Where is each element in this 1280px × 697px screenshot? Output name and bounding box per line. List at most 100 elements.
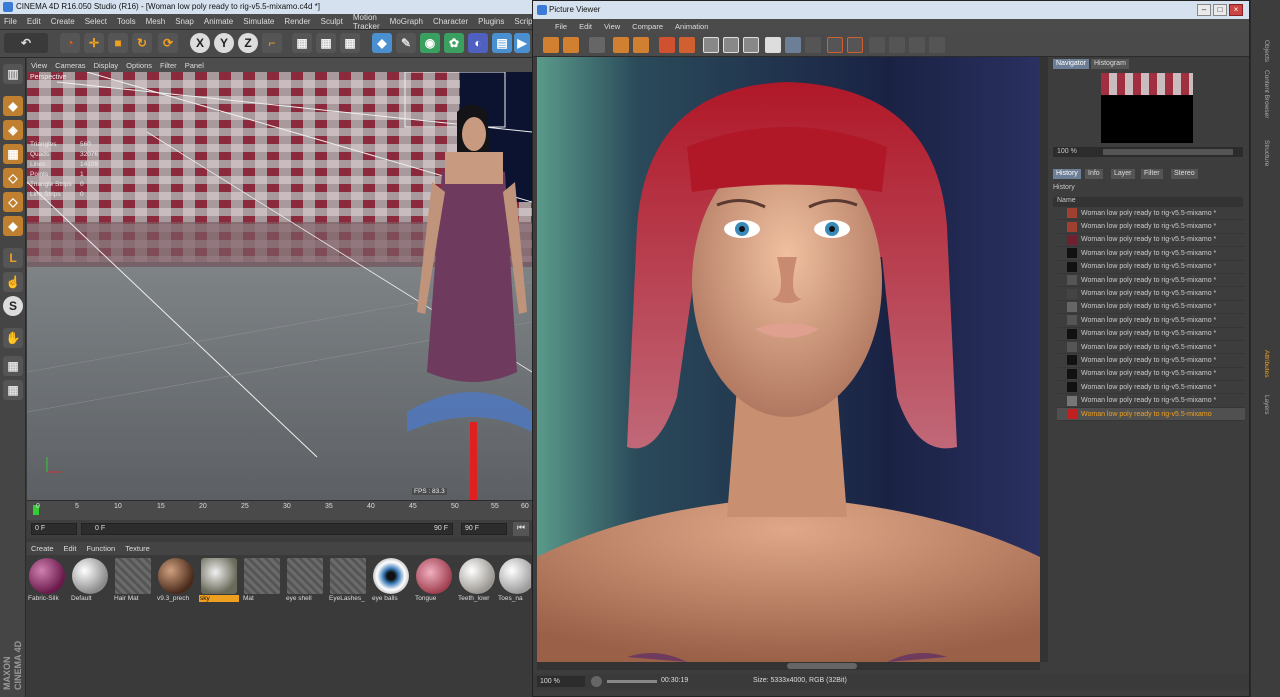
menu-character[interactable]: Character xyxy=(433,17,468,26)
display-alpha-icon[interactable] xyxy=(679,37,695,53)
material-swatch[interactable]: Toes_na xyxy=(497,558,531,610)
y-axis-lock-button[interactable]: Y xyxy=(214,33,234,53)
workplane-mode-icon[interactable]: ▦ xyxy=(3,144,23,164)
z-axis-lock-button[interactable]: Z xyxy=(238,33,258,53)
menu-select[interactable]: Select xyxy=(85,17,107,26)
material-swatch[interactable]: eye shell xyxy=(285,558,325,610)
history-item[interactable]: Woman low poly ready to rig-v5.5-mixamo … xyxy=(1057,261,1245,274)
menu-tools[interactable]: Tools xyxy=(117,17,136,26)
set-a-icon[interactable] xyxy=(827,37,843,53)
menu-edit[interactable]: Edit xyxy=(27,17,41,26)
tab-layers[interactable]: Layers xyxy=(1263,395,1270,415)
tweak-mode-icon[interactable]: ☝ xyxy=(3,272,23,292)
array-icon[interactable]: ✿ xyxy=(444,33,464,53)
points-mode-icon[interactable]: ◇ xyxy=(3,168,23,188)
viewport-menu-panel[interactable]: Panel xyxy=(185,61,204,70)
menu-motion-tracker[interactable]: Motion Tracker xyxy=(353,13,380,31)
camera-icon[interactable]: ▶ xyxy=(514,33,530,53)
history-item[interactable]: Woman low poly ready to rig-v5.5-mixamo … xyxy=(1057,247,1245,261)
display-channel-icon[interactable] xyxy=(659,37,675,53)
stereo-icon[interactable] xyxy=(765,37,781,53)
timeline-ruler[interactable]: 0 5 10 15 20 25 30 35 40 45 50 55 60 xyxy=(27,500,532,520)
material-swatch[interactable]: Fabric-Silk xyxy=(27,558,67,610)
tab-layer[interactable]: Layer xyxy=(1111,169,1135,179)
material-swatch[interactable]: Teeth_lowr xyxy=(457,558,497,610)
rendered-image[interactable] xyxy=(537,57,1040,662)
compare-b-icon[interactable] xyxy=(723,37,739,53)
horizontal-scrollbar[interactable] xyxy=(537,662,1040,670)
coordinate-system-icon[interactable]: ⌐ xyxy=(262,33,282,53)
live-selection-icon[interactable]: ◔ xyxy=(60,33,80,53)
pv-menu-view[interactable]: View xyxy=(604,22,620,31)
compare-split-icon[interactable] xyxy=(743,37,759,53)
snap-icon[interactable]: S xyxy=(3,296,23,316)
material-swatch[interactable]: EyeLashes_ xyxy=(328,558,368,610)
go-to-start-icon[interactable]: ⏮ xyxy=(513,522,529,536)
history-item[interactable]: Woman low poly ready to rig-v5.5-mixamo … xyxy=(1057,274,1245,288)
end-frame-field[interactable]: 90 F xyxy=(461,523,507,535)
viewport-menu-view[interactable]: View xyxy=(31,61,47,70)
fit-view-icon[interactable] xyxy=(785,37,801,53)
tab-stereo[interactable]: Stereo xyxy=(1171,169,1198,179)
open-icon[interactable] xyxy=(543,37,559,53)
menu-simulate[interactable]: Simulate xyxy=(243,17,274,26)
pv-menu-compare[interactable]: Compare xyxy=(632,22,663,31)
x-axis-lock-button[interactable]: X xyxy=(190,33,210,53)
menu-animate[interactable]: Animate xyxy=(204,17,233,26)
move-icon[interactable]: ✛ xyxy=(84,33,104,53)
render-icon[interactable] xyxy=(589,37,605,53)
history-item[interactable]: Woman low poly ready to rig-v5.5-mixamo … xyxy=(1057,207,1245,221)
spline-pen-icon[interactable]: ✎ xyxy=(396,33,416,53)
swap-icon[interactable] xyxy=(869,37,885,53)
set-b-icon[interactable] xyxy=(847,37,863,53)
horizontal-scroll-thumb[interactable] xyxy=(787,663,857,669)
model-mode-icon[interactable]: ◆ xyxy=(3,96,23,116)
sculpt-icon[interactable]: ✋ xyxy=(3,328,23,348)
material-swatch[interactable]: eye balls xyxy=(371,558,411,610)
history-item[interactable]: Woman low poly ready to rig-v5.5-mixamo … xyxy=(1057,381,1245,395)
perspective-viewport[interactable] xyxy=(27,72,532,500)
undo-button[interactable]: ↶ xyxy=(4,33,48,53)
pv-menu-file[interactable]: File xyxy=(555,22,567,31)
history-item[interactable]: Woman low poly ready to rig-v5.5-mixamo … xyxy=(1057,314,1245,328)
render-view-icon[interactable]: ▦ xyxy=(292,33,312,53)
tab-content-browser[interactable]: Content Browser xyxy=(1263,70,1270,118)
subdivision-surface-icon[interactable]: ◉ xyxy=(420,33,440,53)
animation-icon[interactable] xyxy=(909,37,925,53)
menu-file[interactable]: File xyxy=(4,17,17,26)
material-swatch[interactable]: Mat xyxy=(242,558,282,610)
close-button[interactable]: × xyxy=(1229,4,1243,16)
viewport-menu-display[interactable]: Display xyxy=(94,61,119,70)
compare-a-icon[interactable] xyxy=(703,37,719,53)
history-item[interactable]: Woman low poly ready to rig-v5.5-mixamo … xyxy=(1057,301,1245,315)
filter-icon[interactable] xyxy=(929,37,945,53)
history-item[interactable]: Woman low poly ready to rig-v5.5-mixamo … xyxy=(1057,287,1245,301)
render-region-icon[interactable] xyxy=(613,37,629,53)
menu-snap[interactable]: Snap xyxy=(175,17,194,26)
start-frame-field[interactable]: 0 F xyxy=(31,523,77,535)
deformer-icon[interactable]: ◐ xyxy=(468,33,488,53)
render-to-picture-viewer-icon[interactable]: ▦ xyxy=(316,33,336,53)
navigator-zoom-slider[interactable] xyxy=(1103,149,1233,155)
navigator-zoom-field[interactable]: 100 % xyxy=(1053,147,1243,157)
texture-mode-icon[interactable]: ◈ xyxy=(3,120,23,140)
history-item[interactable]: Woman low poly ready to rig-v5.5-mixamo … xyxy=(1057,234,1245,248)
zoom-field[interactable]: 100 % xyxy=(537,676,585,687)
material-menu-edit[interactable]: Edit xyxy=(64,544,77,553)
tab-histogram[interactable]: Histogram xyxy=(1091,59,1129,69)
tab-navigator[interactable]: Navigator xyxy=(1053,59,1089,69)
pv-menu-edit[interactable]: Edit xyxy=(579,22,592,31)
material-swatch[interactable]: Tongue xyxy=(414,558,454,610)
menu-mograph[interactable]: MoGraph xyxy=(390,17,423,26)
material-menu-texture[interactable]: Texture xyxy=(125,544,150,553)
render-settings-icon[interactable]: ▦ xyxy=(340,33,360,53)
history-item[interactable]: Woman low poly ready to rig-v5.5-mixamo … xyxy=(1057,368,1245,382)
tab-objects[interactable]: Objects xyxy=(1263,40,1270,62)
recent-tool-icon[interactable]: ⟳ xyxy=(158,33,178,53)
pv-menu-animation[interactable]: Animation xyxy=(675,22,708,31)
history-name-column[interactable]: Name xyxy=(1053,197,1243,207)
menu-render[interactable]: Render xyxy=(284,17,310,26)
difference-icon[interactable] xyxy=(889,37,905,53)
menu-mesh[interactable]: Mesh xyxy=(146,17,166,26)
axis-mode-icon[interactable]: L xyxy=(3,248,23,268)
